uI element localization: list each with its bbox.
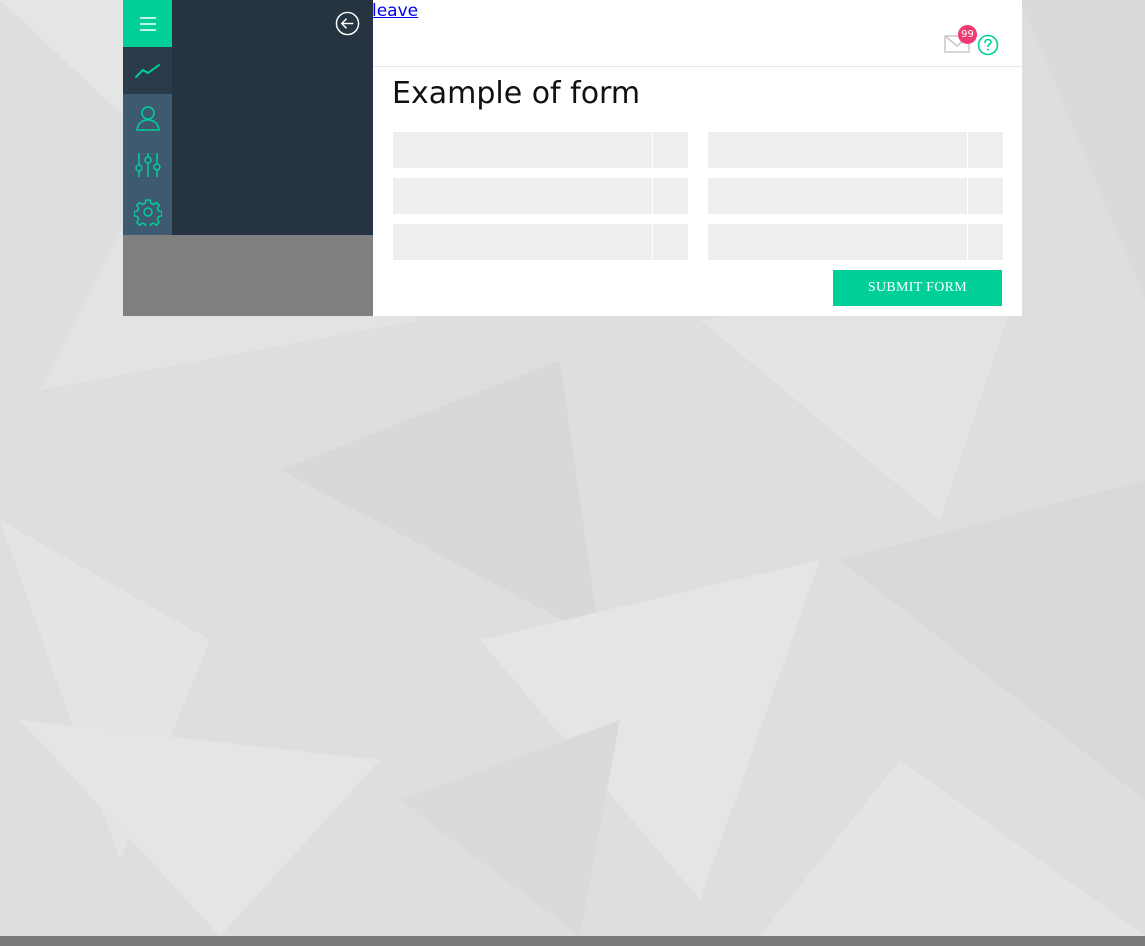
user-icon <box>135 105 160 131</box>
rail-item-filters[interactable] <box>123 141 172 188</box>
leave-link[interactable]: leave <box>372 1 418 21</box>
rail-item-settings[interactable] <box>123 188 172 235</box>
form-field <box>393 178 688 214</box>
gear-icon <box>133 198 162 226</box>
trend-line-icon <box>134 63 160 78</box>
menu-button[interactable] <box>123 0 172 47</box>
bottom-bar <box>0 936 1145 946</box>
text-input[interactable] <box>708 178 966 214</box>
form-field <box>393 132 688 168</box>
page-title: Example of form <box>392 76 641 111</box>
sliders-icon <box>134 152 161 177</box>
icon-rail <box>123 0 172 235</box>
hamburger-menu-icon <box>139 16 156 31</box>
rail-item-analytics[interactable] <box>123 47 172 94</box>
form-field <box>708 178 1003 214</box>
input-addon[interactable] <box>652 178 688 214</box>
input-addon[interactable] <box>967 132 1003 168</box>
app-window: 99 Example of form SUBMIT FORM leave <box>123 0 1022 316</box>
main-content: 99 Example of form SUBMIT FORM <box>373 0 1022 316</box>
input-addon[interactable] <box>967 224 1003 260</box>
text-input[interactable] <box>393 224 651 260</box>
input-addon[interactable] <box>652 224 688 260</box>
form-field <box>393 224 688 260</box>
nav-panel <box>172 0 373 235</box>
arrow-left-circle-icon[interactable] <box>335 11 360 36</box>
form-field <box>708 132 1003 168</box>
form-field <box>708 224 1003 260</box>
text-input[interactable] <box>393 132 651 168</box>
notification-badge: 99 <box>958 25 977 44</box>
question-circle-icon[interactable] <box>977 34 999 56</box>
submit-form-button[interactable]: SUBMIT FORM <box>833 270 1002 306</box>
rail-item-users[interactable] <box>123 94 172 141</box>
input-addon[interactable] <box>652 132 688 168</box>
top-bar: 99 <box>373 0 1022 67</box>
input-addon[interactable] <box>967 178 1003 214</box>
sidebar-empty-area <box>123 235 373 316</box>
text-input[interactable] <box>393 178 651 214</box>
text-input[interactable] <box>708 132 966 168</box>
text-input[interactable] <box>708 224 966 260</box>
